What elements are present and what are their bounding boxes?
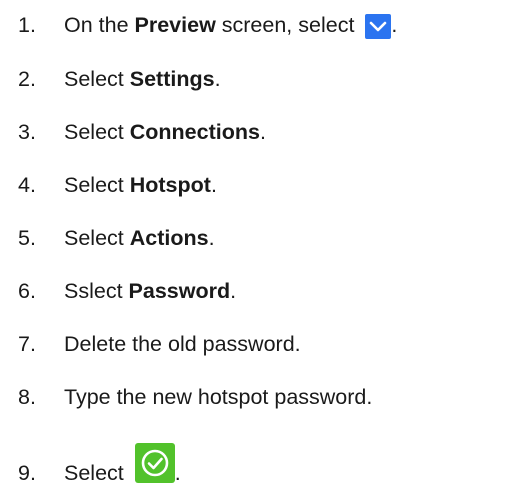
step-text: Select <box>64 173 130 198</box>
step-8: 8. Type the new hotspot password. <box>18 380 372 416</box>
step-number: 7. <box>18 332 36 357</box>
step-text: . <box>174 460 181 485</box>
chevron-down-icon <box>365 13 392 39</box>
step-3: 3. Select Connections . <box>18 115 266 151</box>
step-number: 4. <box>18 173 36 198</box>
step-keyword: Password <box>128 279 231 304</box>
step-text: . <box>208 226 215 251</box>
instruction-list: 1. On the Preview screen, select . 2. Se… <box>0 0 511 502</box>
step-text: . <box>210 173 217 198</box>
step-number: 6. <box>18 279 36 304</box>
step-number: 3. <box>18 120 36 145</box>
step-text: On the <box>64 13 135 38</box>
step-keyword: Connections <box>129 120 260 145</box>
step-5: 5. Select Actions . <box>18 221 215 257</box>
check-circle-icon <box>134 443 175 483</box>
step-number: 2. <box>18 67 36 92</box>
step-text: . <box>259 120 266 145</box>
step-number: 8. <box>18 385 36 410</box>
step-text: Select <box>64 460 130 485</box>
step-number: 1. <box>18 13 36 38</box>
step-text: Select <box>64 120 130 145</box>
step-text: Type the new hotspot password. <box>64 385 373 410</box>
step-keyword: Settings <box>129 67 215 92</box>
step-keyword: Actions <box>129 226 209 251</box>
step-text: . <box>391 13 398 38</box>
step-keyword: Hotspot <box>129 173 211 198</box>
step-number: 5. <box>18 226 36 251</box>
step-text: screen, select <box>215 13 361 38</box>
step-text: Sslect <box>64 279 129 304</box>
step-number: 9. <box>18 460 36 485</box>
step-text: Select <box>64 226 130 251</box>
step-9: 9. Select . <box>18 440 181 486</box>
step-text: Select <box>64 67 130 92</box>
step-text: . <box>214 67 221 92</box>
step-1: 1. On the Preview screen, select . <box>18 8 397 44</box>
step-7: 7. Delete the old password. <box>18 327 301 363</box>
step-text: . <box>230 279 237 304</box>
step-keyword: Preview <box>134 13 216 38</box>
step-2: 2. Select Settings . <box>18 62 221 98</box>
step-text: Delete the old password. <box>64 332 301 357</box>
step-6: 6. Sslect Password . <box>18 274 236 310</box>
step-4: 4. Select Hotspot . <box>18 168 217 204</box>
